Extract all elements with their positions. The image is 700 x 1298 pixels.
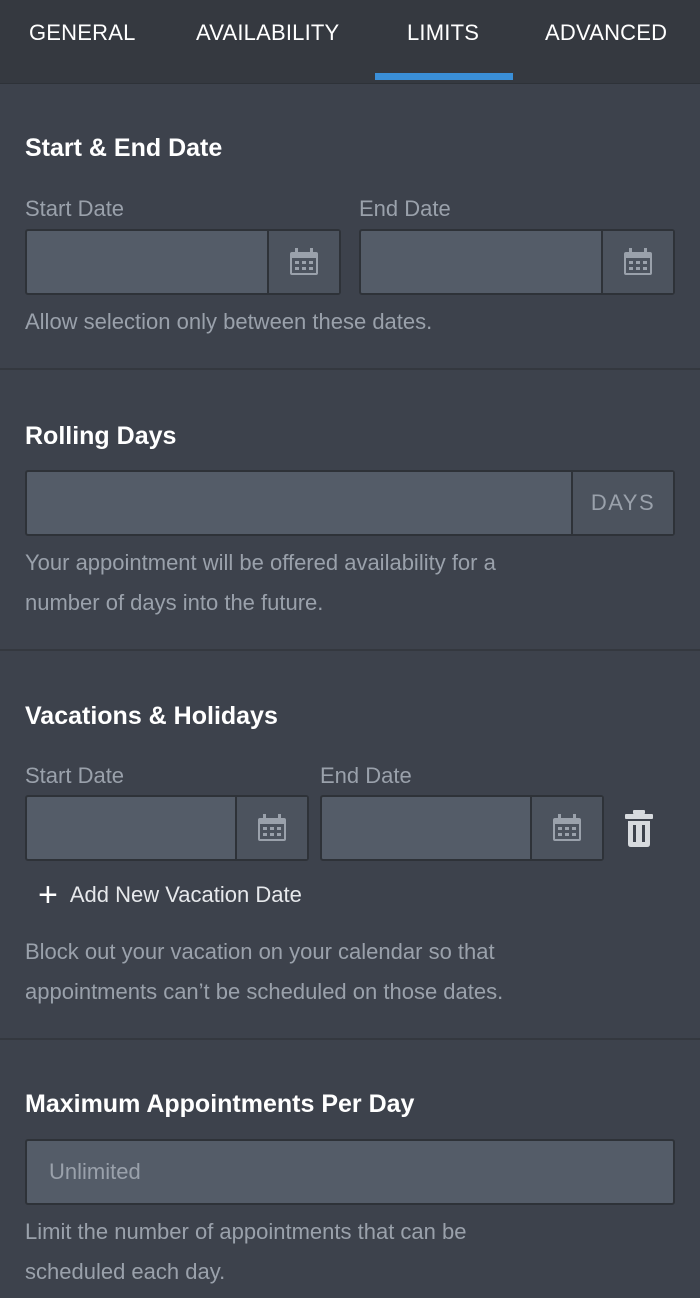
start-date-calendar-button[interactable] xyxy=(267,231,339,293)
rolling-days-section: Rolling Days DAYS Your appointment will … xyxy=(0,370,700,651)
plus-icon: + xyxy=(38,876,58,914)
vacation-start-input[interactable] xyxy=(25,795,309,861)
tab-limits[interactable]: LIMITS xyxy=(407,20,479,48)
max-help-line-2: scheduled each day. xyxy=(25,1259,226,1284)
active-tab-indicator xyxy=(375,73,513,80)
tab-availability[interactable]: AVAILABILITY xyxy=(196,20,339,48)
tab-bar: GENERAL AVAILABILITY LIMITS ADVANCED xyxy=(0,0,700,84)
calendar-icon xyxy=(624,248,652,275)
vacation-help-line-2: appointments can’t be scheduled on those… xyxy=(25,979,504,1004)
vacation-help-line-1: Block out your vacation on your calendar… xyxy=(25,939,495,964)
days-suffix: DAYS xyxy=(571,472,673,534)
days-suffix-label: DAYS xyxy=(590,490,656,515)
max-help-line-1: Limit the number of appointments that ca… xyxy=(25,1219,467,1244)
vacation-end-calendar-button[interactable] xyxy=(530,797,602,859)
vacations-section: Vacations & Holidays Start Date End Date xyxy=(0,651,700,1040)
start-date-input[interactable] xyxy=(25,229,341,295)
section-title: Rolling Days xyxy=(25,422,177,450)
end-date-calendar-button[interactable] xyxy=(601,231,673,293)
calendar-icon xyxy=(553,814,581,841)
end-date-input[interactable] xyxy=(359,229,675,295)
calendar-icon xyxy=(290,248,318,275)
rolling-days-input[interactable]: DAYS xyxy=(25,470,675,536)
start-end-date-section: Start & End Date Start Date End Date All… xyxy=(0,84,700,370)
section-title: Maximum Appointments Per Day xyxy=(25,1090,415,1118)
tab-advanced[interactable]: ADVANCED xyxy=(545,20,667,48)
max-appointments-input[interactable]: Unlimited xyxy=(25,1139,675,1205)
end-date-label: End Date xyxy=(359,196,451,221)
add-vacation-date-label: Add New Vacation Date xyxy=(69,882,302,907)
trash-icon[interactable] xyxy=(624,810,654,848)
max-appointments-placeholder: Unlimited xyxy=(49,1159,141,1184)
vacation-start-calendar-button[interactable] xyxy=(235,797,307,859)
max-appointments-section: Maximum Appointments Per Day Unlimited L… xyxy=(0,1040,700,1298)
start-date-label: Start Date xyxy=(25,196,125,221)
section-title: Vacations & Holidays xyxy=(25,702,278,730)
calendar-icon xyxy=(258,814,286,841)
section-title: Start & End Date xyxy=(25,134,223,162)
vacation-end-label: End Date xyxy=(320,763,412,788)
vacation-start-label: Start Date xyxy=(25,763,125,788)
tab-general[interactable]: GENERAL xyxy=(29,20,136,48)
vacation-end-input[interactable] xyxy=(320,795,604,861)
rolling-help-line-2: number of days into the future. xyxy=(25,590,324,615)
add-vacation-date-link[interactable]: + Add New Vacation Date xyxy=(38,878,302,912)
start-end-help-text: Allow selection only between these dates… xyxy=(25,309,433,334)
rolling-help-line-1: Your appointment will be offered availab… xyxy=(25,550,496,575)
